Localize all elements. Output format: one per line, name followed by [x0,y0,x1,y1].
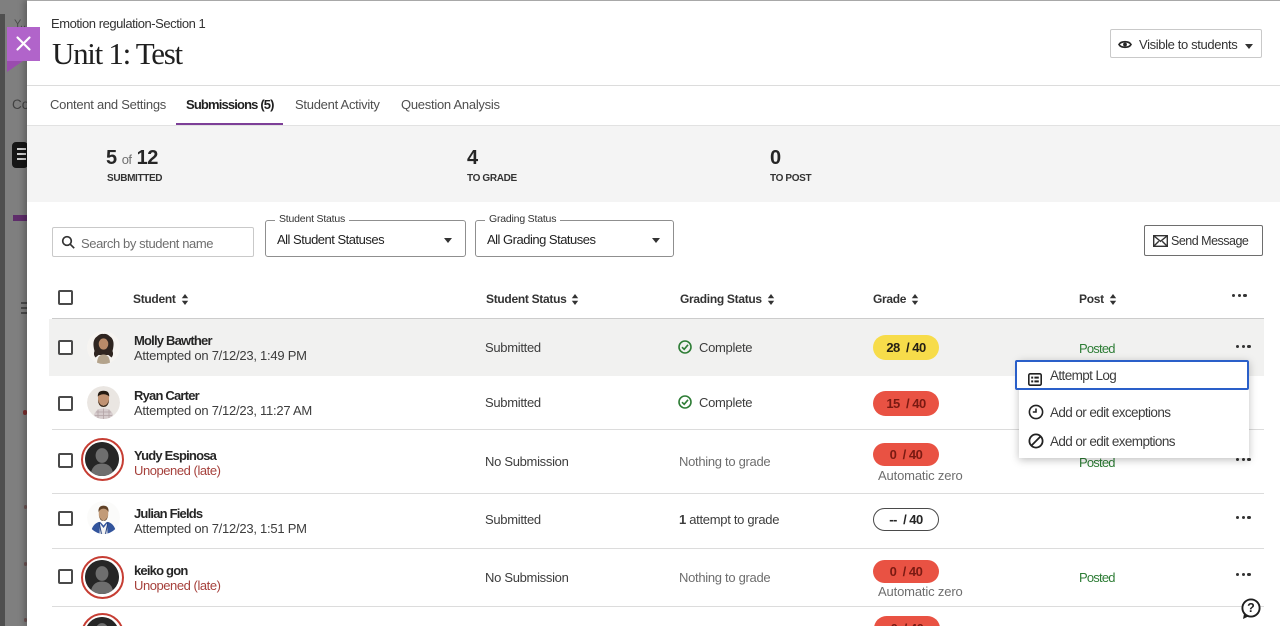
svg-text:?: ? [1247,601,1255,615]
